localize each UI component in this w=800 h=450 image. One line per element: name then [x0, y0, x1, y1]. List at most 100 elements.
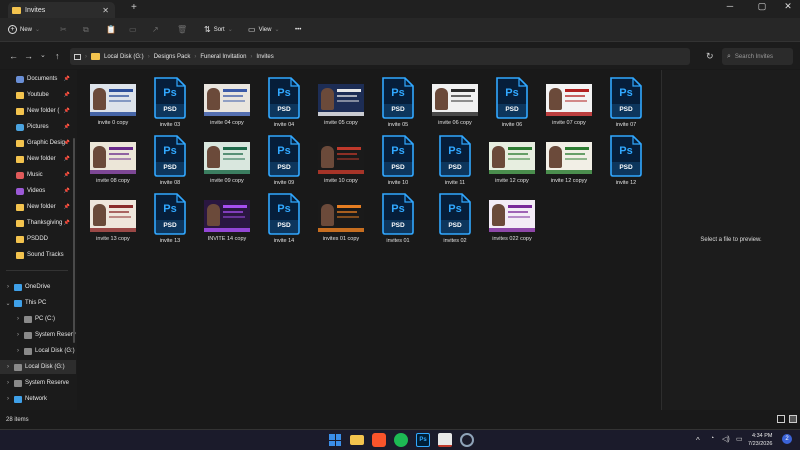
paste-icon[interactable]: 📋 — [106, 25, 116, 34]
photoshop-icon[interactable]: Ps — [416, 433, 430, 447]
tab-invites[interactable]: Invites ✕ — [8, 2, 115, 18]
maximize-button[interactable]: ▢ — [752, 1, 772, 12]
sidebar-item-documents[interactable]: Documents 📌 — [0, 72, 76, 86]
file-item[interactable]: Ps PSD invite 03 — [142, 76, 198, 132]
file-item[interactable]: invite 10 copy — [313, 134, 369, 190]
tree-item-network[interactable]: › Network — [0, 392, 76, 406]
sidebar-item-videos[interactable]: Videos 📌 — [0, 184, 76, 198]
search-input[interactable]: ⌕ Search Invites — [722, 48, 793, 65]
clock[interactable]: 4:34 PM 7/23/2026 — [748, 432, 772, 448]
tree-item-this-pc[interactable]: ⌄ This PC — [0, 296, 76, 310]
pin-icon[interactable]: 📌 — [64, 188, 70, 194]
file-item[interactable]: Ps PSD invite 04 — [256, 76, 312, 132]
file-item[interactable]: invite 0 copy — [85, 76, 141, 132]
breadcrumb-item[interactable]: Funeral Invitation — [200, 54, 246, 60]
sort-button[interactable]: ⇅ Sort ⌄ — [204, 25, 233, 34]
file-item[interactable]: Ps PSD invites 02 — [427, 192, 483, 248]
file-item[interactable]: Ps PSD invite 13 — [142, 192, 198, 248]
tree-item-system-reserve[interactable]: › System Reserve — [0, 376, 76, 390]
pin-icon[interactable]: 📌 — [64, 172, 70, 178]
settings-gear-icon[interactable] — [460, 433, 474, 447]
up-icon[interactable]: ↑ — [55, 51, 60, 61]
sidebar-item-youtube[interactable]: Youtube 📌 — [0, 88, 76, 102]
chevron-right-icon[interactable]: › — [5, 364, 11, 370]
document-app-icon[interactable] — [438, 433, 452, 447]
chevron-right-icon[interactable]: › — [5, 380, 11, 386]
spotify-icon[interactable] — [394, 433, 408, 447]
sidebar-item-new-folder[interactable]: New folder 📌 — [0, 152, 76, 166]
file-item[interactable]: invite 06 copy — [427, 76, 483, 132]
file-item[interactable]: INVITE 14 copy — [199, 192, 255, 248]
sidebar-item-graphic-desig[interactable]: Graphic Desig 📌 — [0, 136, 76, 150]
breadcrumb-item[interactable]: Designs Pack — [154, 54, 191, 60]
sidebar-item-pictures[interactable]: Pictures 📌 — [0, 120, 76, 134]
forward-icon[interactable]: → — [24, 51, 33, 61]
pin-icon[interactable]: 📌 — [64, 92, 70, 98]
chevron-down-icon[interactable]: ⌄ — [5, 300, 11, 307]
sidebar-item-music[interactable]: Music 📌 — [0, 168, 76, 182]
chevron-right-icon[interactable]: › — [5, 396, 11, 402]
file-item[interactable]: invite 07 copy — [541, 76, 597, 132]
tree-item-local-disk-g[interactable]: › Local Disk (G:) — [0, 360, 76, 374]
refresh-icon[interactable]: ↻ — [706, 51, 714, 62]
sidebar-item-sound-tracks[interactable]: Sound Tracks — [0, 248, 76, 262]
chevron-right-icon[interactable]: › — [5, 284, 11, 290]
brave-browser-icon[interactable] — [372, 433, 386, 447]
volume-icon[interactable]: ◁) — [722, 435, 730, 443]
file-item[interactable]: Ps PSD invite 11 — [427, 134, 483, 190]
sidebar-item-thanksgiving[interactable]: Thanksgiving 📌 — [0, 216, 76, 230]
file-item[interactable]: invite 08 copy — [85, 134, 141, 190]
delete-icon[interactable]: 🗑 — [177, 25, 187, 34]
pin-icon[interactable]: 📌 — [64, 204, 70, 210]
copy-icon[interactable]: ⧉ — [83, 25, 89, 35]
share-icon[interactable]: ↗ — [152, 25, 159, 34]
file-item[interactable]: invite 12 copy — [484, 134, 540, 190]
tray-overflow-icon[interactable]: ^ — [696, 436, 700, 445]
file-item[interactable]: invite 09 copy — [199, 134, 255, 190]
pin-icon[interactable]: 📌 — [64, 156, 70, 162]
close-button[interactable]: ✕ — [778, 1, 798, 12]
chevron-right-icon[interactable]: › — [15, 332, 21, 338]
file-explorer-icon[interactable] — [350, 435, 364, 445]
file-item[interactable]: Ps PSD invite 06 — [484, 76, 540, 132]
sidebar-item-new-folder[interactable]: New folder (📌 — [0, 104, 76, 118]
tree-item-system-reserv[interactable]: › System Reserv — [0, 328, 76, 342]
minimize-button[interactable]: ─ — [720, 1, 740, 11]
pin-icon[interactable]: 📌 — [64, 124, 70, 130]
sidebar-item-psddd[interactable]: PSDDD — [0, 232, 76, 246]
file-item[interactable]: Ps PSD invite 14 — [256, 192, 312, 248]
battery-icon[interactable]: ▭ — [736, 435, 743, 443]
chevron-right-icon[interactable]: › — [15, 348, 21, 354]
pin-icon[interactable]: 📌 — [64, 76, 70, 82]
tiles-view-icon[interactable] — [789, 415, 797, 423]
file-item[interactable]: Ps PSD invite 09 — [256, 134, 312, 190]
file-item[interactable]: Ps PSD invite 07 — [598, 76, 654, 132]
file-item[interactable]: Ps PSD invite 12 — [598, 134, 654, 190]
file-item[interactable]: invite 05 copy — [313, 76, 369, 132]
file-item[interactable]: invite 04 copy — [199, 76, 255, 132]
cut-icon[interactable]: ✂ — [60, 25, 67, 34]
file-item[interactable]: Ps PSD invite 08 — [142, 134, 198, 190]
sidebar-item-new-folder[interactable]: New folder 📌 — [0, 200, 76, 214]
breadcrumb-item[interactable]: Invites — [256, 54, 273, 60]
more-options-button[interactable]: ••• — [295, 27, 301, 33]
pin-icon[interactable]: 📌 — [64, 140, 70, 146]
new-button[interactable]: + New ⌄ — [8, 25, 40, 34]
rename-icon[interactable]: ▭ — [129, 25, 137, 34]
tab-close-icon[interactable]: ✕ — [102, 6, 109, 15]
tree-item-pc-c[interactable]: › PC (C:) — [0, 312, 76, 326]
view-button[interactable]: ▭ View ⌄ — [248, 25, 280, 34]
back-icon[interactable]: ← — [9, 51, 18, 61]
new-tab-button[interactable]: + — [131, 2, 137, 13]
pin-icon[interactable]: 📌 — [64, 108, 70, 114]
recent-chevron-icon[interactable]: ⌄ — [40, 51, 46, 59]
file-item[interactable]: invites 022 copy — [484, 192, 540, 248]
file-item[interactable]: Ps PSD invite 10 — [370, 134, 426, 190]
file-item[interactable]: Ps PSD invites 01 — [370, 192, 426, 248]
address-bar[interactable]: › Local Disk (G:) › Designs Pack › Funeral I… — [70, 48, 690, 65]
chevron-right-icon[interactable]: › — [15, 316, 21, 322]
pin-icon[interactable]: 📌 — [64, 220, 70, 226]
wifi-icon[interactable]: ◔ — [710, 435, 714, 442]
breadcrumb-item[interactable]: Local Disk (G:) — [104, 54, 144, 60]
sidebar-scrollbar[interactable] — [73, 138, 75, 343]
